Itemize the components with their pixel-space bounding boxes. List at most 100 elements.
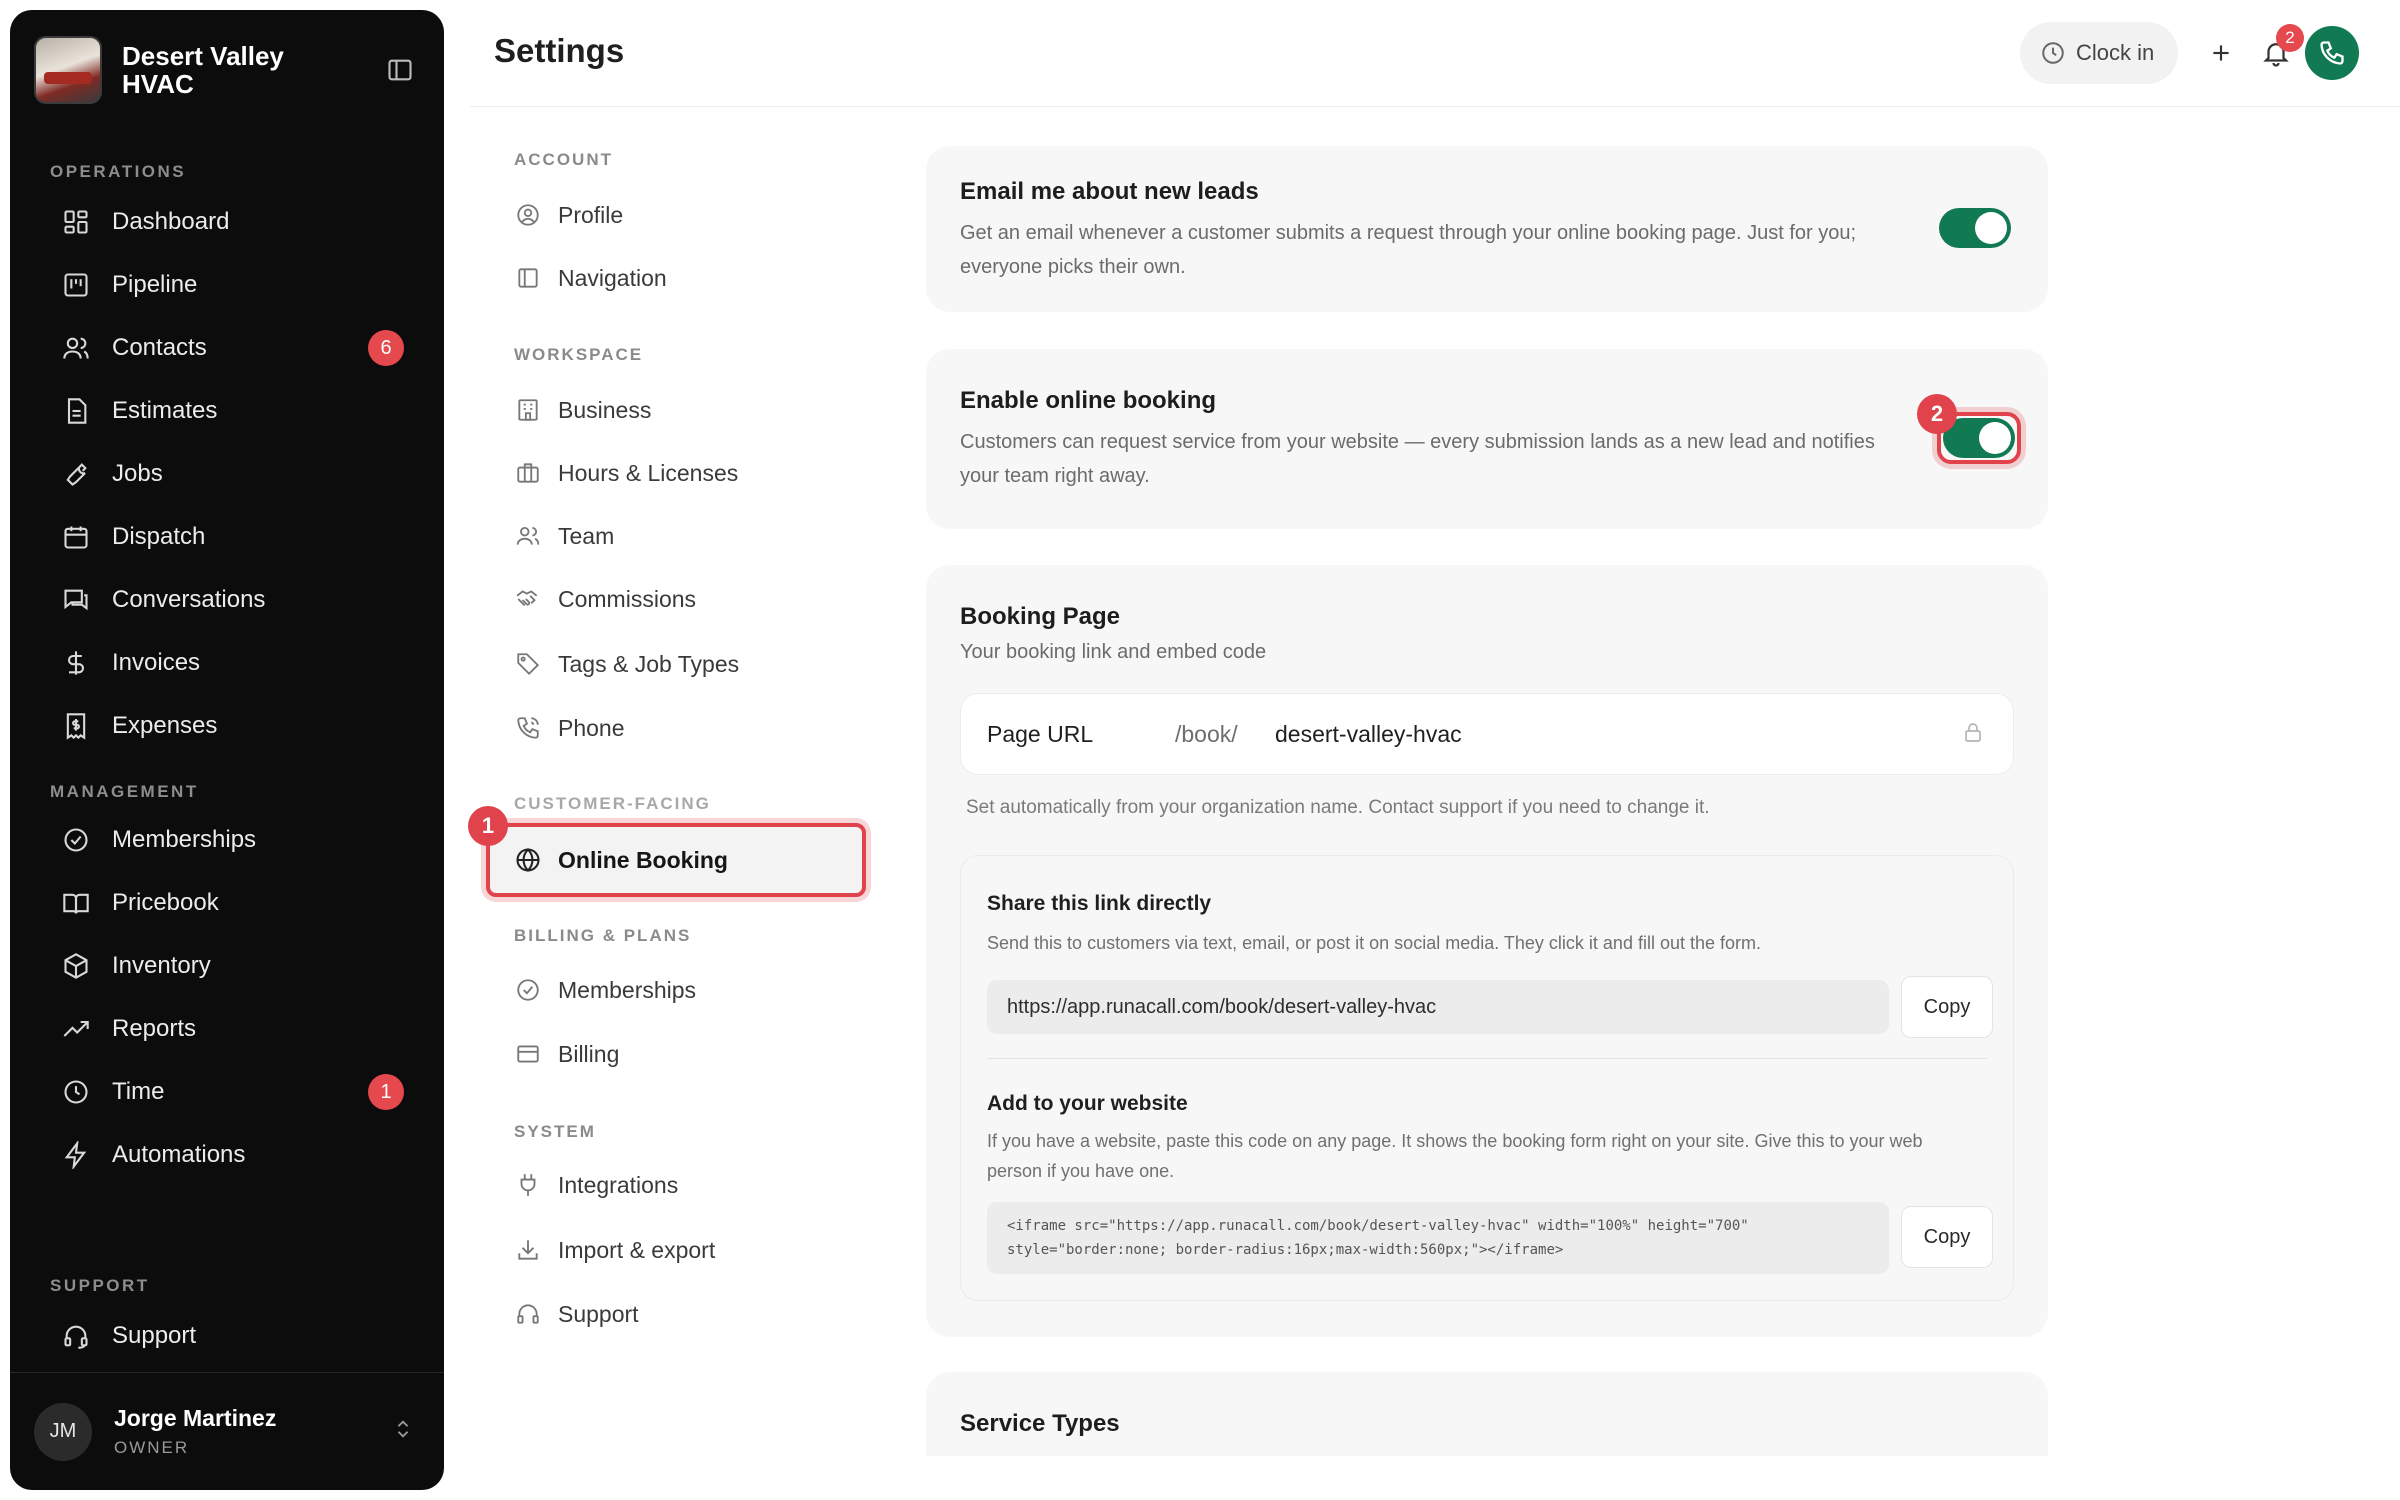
clock-in-button[interactable]: Clock in bbox=[2020, 22, 2178, 84]
sidebar-item-label: Dispatch bbox=[112, 523, 206, 550]
email-leads-title: Email me about new leads bbox=[960, 178, 1259, 205]
sidebar-item-label: Estimates bbox=[112, 397, 218, 424]
sidebar-item-automations[interactable]: Automations bbox=[36, 1128, 418, 1182]
dollar-icon bbox=[60, 647, 92, 679]
settings-nav-tags-job-types[interactable]: Tags & Job Types bbox=[500, 636, 860, 692]
clock-icon bbox=[2042, 42, 2064, 64]
sidebar-item-label: Inventory bbox=[112, 952, 211, 979]
contacts-count-badge: 6 bbox=[368, 330, 404, 366]
sidebar-item-label: Reports bbox=[112, 1015, 197, 1042]
download-icon bbox=[514, 1236, 542, 1264]
settings-nav-label: Integrations bbox=[558, 1171, 679, 1198]
settings-nav-navigation[interactable]: Navigation bbox=[500, 250, 860, 306]
share-link-description: Send this to customers via text, email, … bbox=[987, 933, 1761, 953]
notifications-button[interactable]: 2 bbox=[2245, 22, 2307, 84]
section-management: MANAGEMENT bbox=[50, 782, 199, 801]
sidebar-item-reports[interactable]: Reports bbox=[36, 1002, 418, 1056]
copy-link-button[interactable]: Copy bbox=[1901, 976, 1993, 1038]
page-url-label: Page URL bbox=[987, 720, 1094, 747]
share-link-field[interactable]: https://app.runacall.com/book/desert-val… bbox=[987, 980, 1889, 1034]
settings-nav-memberships[interactable]: Memberships bbox=[500, 962, 860, 1018]
user-circle-icon bbox=[514, 201, 542, 229]
sidebar-item-label: Jobs bbox=[112, 460, 163, 487]
sidebar-icon bbox=[514, 264, 542, 292]
add-button[interactable] bbox=[2190, 22, 2252, 84]
settings-section-system: SYSTEM bbox=[514, 1122, 596, 1141]
dashboard-icon bbox=[60, 206, 92, 238]
settings-nav-integrations[interactable]: Integrations bbox=[500, 1157, 860, 1213]
booking-page-subtitle: Your booking link and embed code bbox=[960, 641, 1267, 663]
avatar: JM bbox=[34, 1402, 92, 1461]
settings-nav-label: Phone bbox=[558, 714, 625, 741]
settings-nav-phone[interactable]: Phone bbox=[500, 700, 860, 756]
sidebar-item-invoices[interactable]: Invoices bbox=[36, 636, 418, 690]
handshake-icon bbox=[514, 585, 542, 613]
sidebar-item-label: Contacts bbox=[112, 334, 207, 361]
settings-section-account: ACCOUNT bbox=[514, 150, 613, 169]
sidebar-item-label: Support bbox=[112, 1322, 197, 1349]
sidebar-item-inventory[interactable]: Inventory bbox=[36, 939, 418, 993]
sidebar: Desert Valley HVAC OPERATIONS Dashboard … bbox=[10, 10, 444, 1490]
sidebar-item-pipeline[interactable]: Pipeline bbox=[36, 258, 418, 312]
settings-nav-label: Import & export bbox=[558, 1236, 716, 1263]
email-leads-toggle[interactable] bbox=[1939, 208, 2011, 248]
settings-nav-label: Billing bbox=[558, 1040, 620, 1067]
sidebar-item-support[interactable]: Support bbox=[36, 1309, 418, 1363]
sidebar-item-contacts[interactable]: Contacts 6 bbox=[36, 321, 418, 375]
settings-section-billing: BILLING & PLANS bbox=[514, 926, 692, 945]
clock-in-label: Clock in bbox=[2076, 40, 2155, 65]
step-marker-2: 2 bbox=[1917, 394, 1957, 434]
trend-icon bbox=[60, 1013, 92, 1045]
sidebar-collapse-button[interactable] bbox=[380, 50, 420, 90]
user-menu[interactable]: JM Jorge Martinez OWNER bbox=[10, 1372, 444, 1490]
user-meta: Jorge Martinez OWNER bbox=[114, 1405, 276, 1458]
sidebar-item-label: Expenses bbox=[112, 712, 218, 739]
settings-nav-team[interactable]: Team bbox=[500, 508, 860, 564]
time-count-badge: 1 bbox=[368, 1074, 404, 1110]
badge-check-icon bbox=[514, 976, 542, 1004]
settings-nav-business[interactable]: Business bbox=[500, 382, 860, 438]
settings-nav-commissions[interactable]: Commissions bbox=[500, 571, 860, 627]
briefcase-icon bbox=[514, 459, 542, 487]
settings-nav-profile[interactable]: Profile bbox=[500, 187, 860, 243]
chevron-updown-icon bbox=[392, 1418, 414, 1445]
credit-card-icon bbox=[514, 1040, 542, 1068]
sidebar-toggle-icon bbox=[388, 59, 412, 81]
settings-nav-label: Business bbox=[558, 396, 652, 423]
bolt-icon bbox=[60, 1139, 92, 1171]
page-url-field: Page URL /book/ desert-valley-hvac bbox=[960, 693, 2014, 775]
book-icon bbox=[60, 887, 92, 919]
copy-embed-button[interactable]: Copy bbox=[1901, 1206, 1993, 1268]
sidebar-item-label: Invoices bbox=[112, 649, 201, 676]
sidebar-item-estimates[interactable]: Estimates bbox=[36, 384, 418, 438]
chat-icon bbox=[60, 584, 92, 616]
contacts-icon bbox=[60, 332, 92, 364]
settings-nav-hours-licenses[interactable]: Hours & Licenses bbox=[500, 445, 860, 501]
section-operations: OPERATIONS bbox=[50, 162, 187, 181]
estimates-icon bbox=[60, 395, 92, 427]
sidebar-item-memberships[interactable]: Memberships bbox=[36, 813, 418, 867]
globe-icon bbox=[514, 846, 542, 874]
sidebar-item-time[interactable]: Time 1 bbox=[36, 1065, 418, 1119]
sidebar-item-dispatch[interactable]: Dispatch bbox=[36, 510, 418, 564]
settings-nav-import-export[interactable]: Import & export bbox=[500, 1222, 860, 1278]
badge-check-icon bbox=[60, 824, 92, 856]
settings-nav-online-booking[interactable]: Online Booking bbox=[486, 823, 866, 897]
brand[interactable]: Desert Valley HVAC bbox=[34, 34, 420, 106]
settings-nav-support[interactable]: Support bbox=[500, 1286, 860, 1342]
phone-call-button[interactable] bbox=[2305, 26, 2359, 80]
clock-icon bbox=[60, 1076, 92, 1108]
settings-nav-label: Memberships bbox=[558, 976, 697, 1003]
sidebar-item-dashboard[interactable]: Dashboard bbox=[36, 195, 418, 249]
embed-code-field[interactable]: <iframe src="https://app.runacall.com/bo… bbox=[987, 1202, 1889, 1274]
settings-section-workspace: WORKSPACE bbox=[514, 345, 644, 364]
settings-nav-billing[interactable]: Billing bbox=[500, 1026, 860, 1082]
sidebar-item-conversations[interactable]: Conversations bbox=[36, 573, 418, 627]
company-logo bbox=[34, 36, 102, 104]
sidebar-item-jobs[interactable]: Jobs bbox=[36, 447, 418, 501]
sidebar-item-pricebook[interactable]: Pricebook bbox=[36, 876, 418, 930]
section-support: SUPPORT bbox=[50, 1276, 150, 1295]
sidebar-item-expenses[interactable]: Expenses bbox=[36, 699, 418, 753]
page-url-help: Set automatically from your organization… bbox=[966, 797, 1710, 818]
plug-icon bbox=[514, 1171, 542, 1199]
